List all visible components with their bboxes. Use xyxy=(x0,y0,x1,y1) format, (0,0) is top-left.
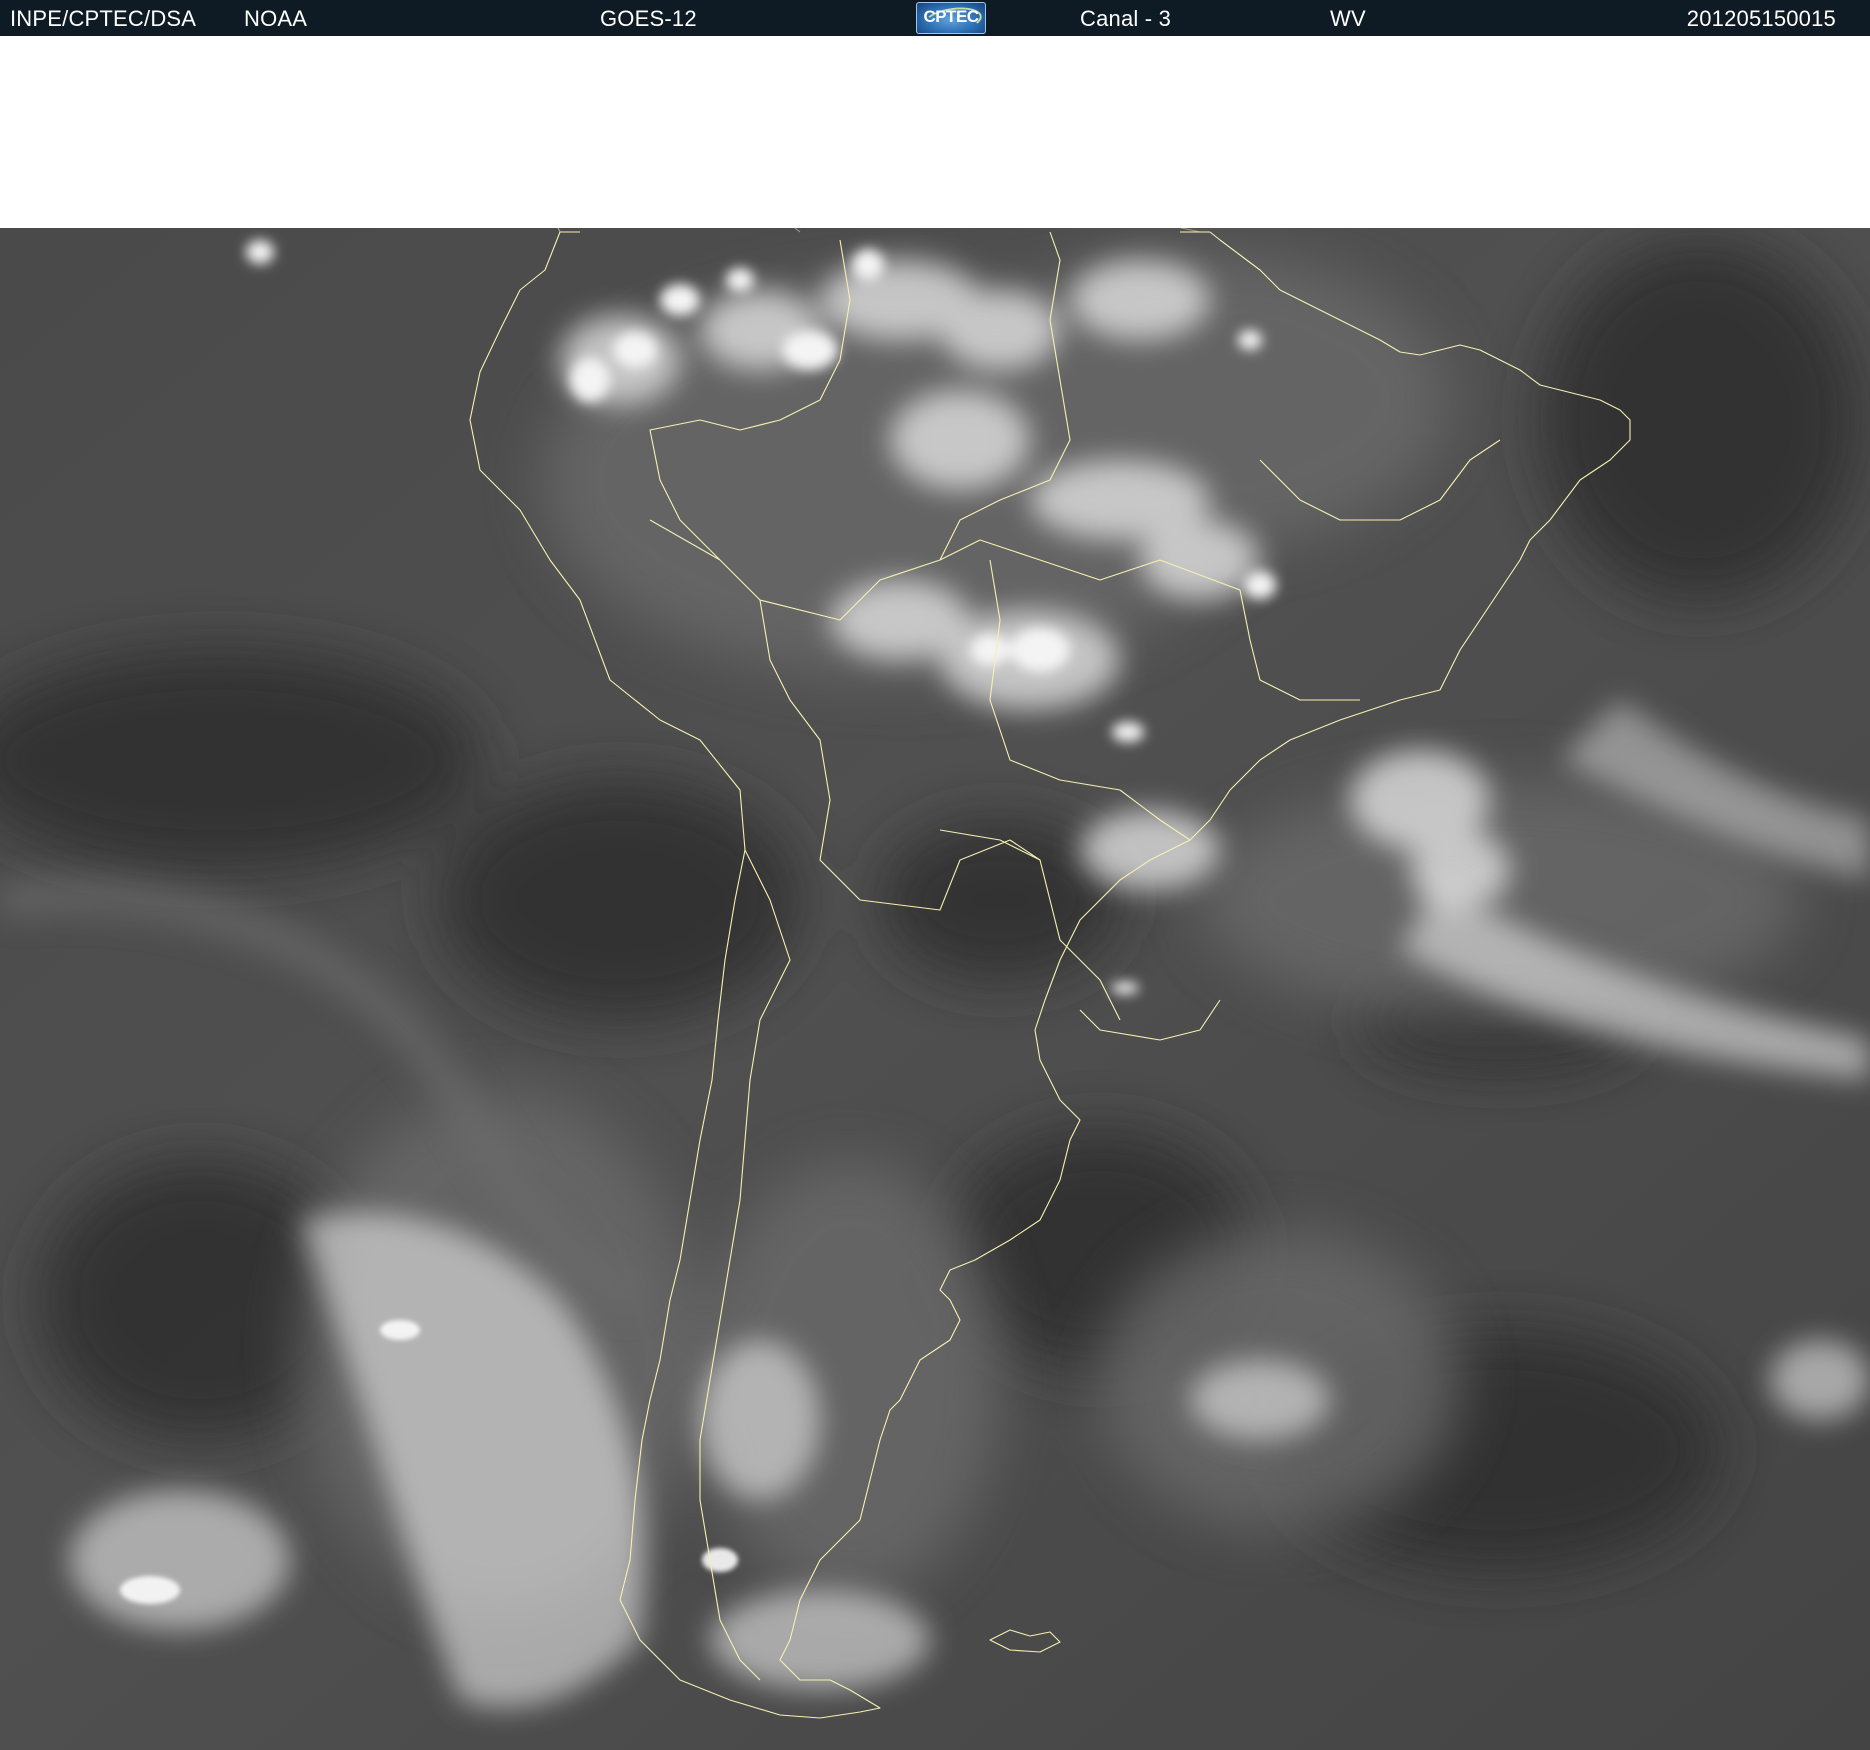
satellite-image xyxy=(0,39,1870,1750)
image-header-bar: INPE/CPTEC/DSA NOAA GOES-12 CPTEC Canal … xyxy=(0,0,1870,36)
no-data-strip xyxy=(0,36,1870,228)
logo-text: CPTEC xyxy=(923,7,979,26)
timestamp-label: 201205150015 xyxy=(1686,6,1836,31)
band-label: WV xyxy=(1330,6,1366,31)
channel-label: Canal - 3 xyxy=(1080,6,1172,31)
cptec-logo: CPTEC xyxy=(916,2,986,36)
agency-label: NOAA xyxy=(244,6,308,31)
satellite-label: GOES-12 xyxy=(600,6,697,31)
source-label: INPE/CPTEC/DSA xyxy=(10,6,197,31)
